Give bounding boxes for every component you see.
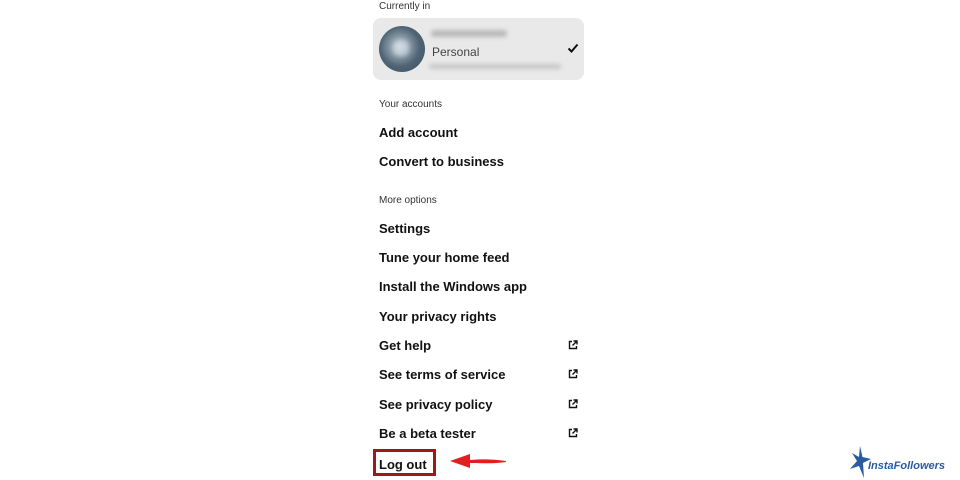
brand-name: InstaFollowers (868, 460, 946, 472)
menu-item-label: Convert to business (379, 154, 504, 169)
menu-item-label: Settings (379, 221, 431, 236)
currently-in-label: Currently in (379, 1, 431, 12)
instafollowers-logo: InstaFollowers (848, 444, 952, 480)
menu-item-label: Be a beta tester (379, 426, 476, 441)
log-out-item[interactable]: Log out (373, 449, 436, 476)
convert-to-business-item[interactable]: Convert to business (373, 149, 584, 175)
settings-item[interactable]: Settings (373, 216, 584, 242)
menu-item-label: Install the Windows app (379, 279, 527, 294)
red-arrow-icon (450, 454, 506, 468)
add-account-item[interactable]: Add account (373, 120, 584, 146)
menu-item-label: Add account (379, 125, 458, 140)
tune-home-feed-item[interactable]: Tune your home feed (373, 245, 584, 271)
external-link-icon (568, 428, 578, 438)
get-help-item[interactable]: Get help (373, 333, 584, 359)
external-link-icon (568, 340, 578, 350)
menu-item-label: See privacy policy (379, 397, 493, 412)
blurred-username (431, 30, 507, 37)
external-link-icon (568, 399, 578, 409)
more-options-label: More options (379, 195, 437, 206)
install-windows-app-item[interactable]: Install the Windows app (373, 274, 584, 300)
menu-item-label: See terms of service (379, 367, 506, 382)
current-account-card[interactable]: Personal (373, 18, 584, 80)
your-accounts-label: Your accounts (379, 99, 443, 110)
checkmark-icon (567, 43, 579, 53)
terms-of-service-item[interactable]: See terms of service (373, 362, 584, 388)
menu-item-label: Get help (379, 338, 432, 353)
blurred-email (429, 64, 561, 69)
menu-item-label: Tune your home feed (379, 250, 510, 265)
external-link-icon (568, 369, 578, 379)
avatar (379, 26, 425, 72)
privacy-policy-item[interactable]: See privacy policy (373, 392, 584, 418)
log-out-label: Log out (379, 457, 427, 472)
menu-item-label: Your privacy rights (379, 309, 497, 324)
privacy-rights-item[interactable]: Your privacy rights (373, 304, 584, 330)
account-type-label: Personal (432, 45, 480, 59)
beta-tester-item[interactable]: Be a beta tester (373, 421, 584, 447)
